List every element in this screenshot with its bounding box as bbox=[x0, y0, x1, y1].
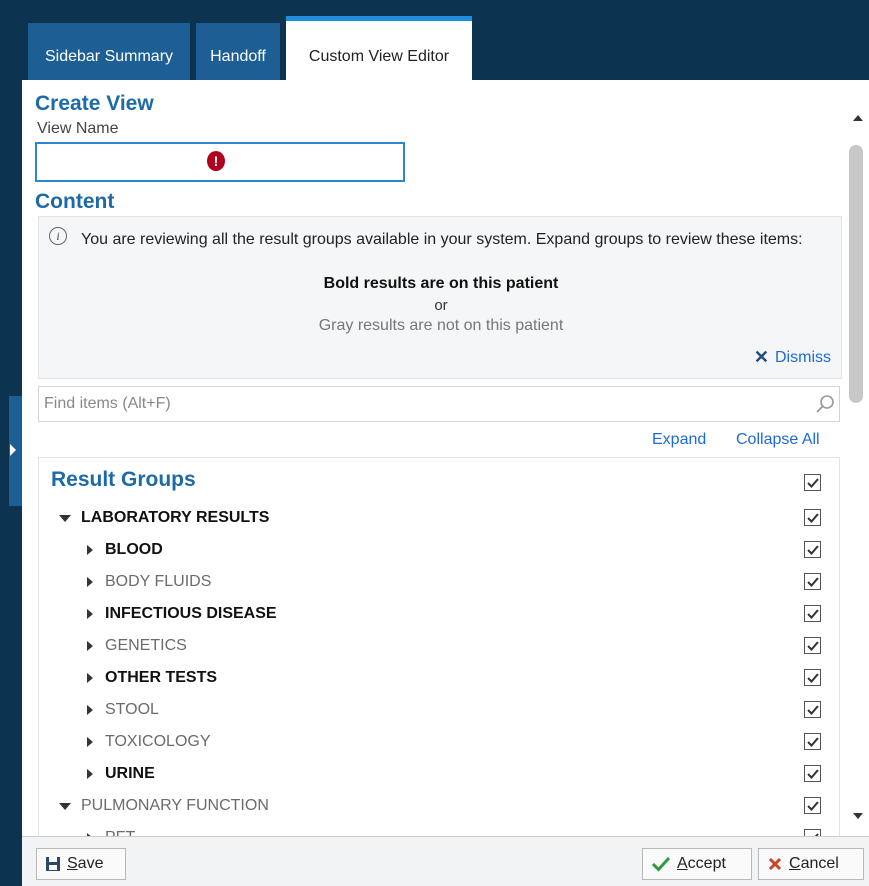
caret-down-icon[interactable] bbox=[59, 803, 71, 810]
accept-label: Accept bbox=[677, 855, 726, 872]
accept-button[interactable]: Accept bbox=[642, 848, 752, 880]
save-label: Save bbox=[67, 855, 104, 872]
caret-right-icon[interactable] bbox=[87, 641, 93, 651]
search-icon[interactable] bbox=[815, 394, 835, 414]
info-box: i You are reviewing all the result group… bbox=[38, 216, 842, 379]
caret-right-icon[interactable] bbox=[87, 769, 93, 779]
search-input[interactable] bbox=[38, 386, 840, 422]
create-view-heading: Create View bbox=[35, 92, 154, 115]
result-group-row[interactable]: PULMONARY FUNCTION bbox=[39, 790, 839, 822]
result-group-checkbox[interactable] bbox=[804, 637, 821, 654]
result-group-label: INFECTIOUS DISEASE bbox=[105, 605, 277, 622]
result-group-row[interactable]: TOXICOLOGY bbox=[39, 726, 839, 758]
view-name-label: View Name bbox=[37, 120, 119, 137]
result-group-row[interactable]: BODY FLUIDS bbox=[39, 566, 839, 598]
scroll-down-arrow-icon[interactable] bbox=[853, 813, 863, 819]
caret-down-icon[interactable] bbox=[59, 515, 71, 522]
result-group-label: PULMONARY FUNCTION bbox=[81, 797, 269, 814]
result-group-row[interactable]: GENETICS bbox=[39, 630, 839, 662]
result-group-row[interactable]: LABORATORY RESULTS bbox=[39, 502, 839, 534]
save-disk-icon bbox=[46, 857, 60, 871]
checkmark-icon bbox=[651, 856, 671, 872]
caret-right-icon[interactable] bbox=[87, 577, 93, 587]
result-group-checkbox[interactable] bbox=[804, 765, 821, 782]
info-text: You are reviewing all the result groups … bbox=[81, 231, 803, 248]
result-group-label: BLOOD bbox=[105, 541, 163, 558]
result-group-checkbox[interactable] bbox=[804, 541, 821, 558]
scroll-thumb[interactable] bbox=[849, 145, 863, 403]
close-icon: ✕ bbox=[753, 347, 769, 367]
vertical-scrollbar[interactable] bbox=[847, 105, 869, 835]
result-groups-title: Result Groups bbox=[51, 468, 196, 491]
caret-right-icon[interactable] bbox=[87, 673, 93, 683]
cancel-button[interactable]: Cancel bbox=[758, 848, 864, 880]
tab-bar: Sidebar Summary Handoff Custom View Edit… bbox=[22, 0, 869, 80]
result-group-checkbox[interactable] bbox=[804, 573, 821, 590]
result-group-checkbox[interactable] bbox=[804, 509, 821, 526]
result-group-label: LABORATORY RESULTS bbox=[81, 509, 270, 526]
result-group-checkbox[interactable] bbox=[804, 701, 821, 718]
tab-custom-view-editor[interactable]: Custom View Editor bbox=[286, 16, 472, 80]
result-group-row[interactable]: BLOOD bbox=[39, 534, 839, 566]
info-icon: i bbox=[49, 227, 67, 245]
or-text: or bbox=[434, 297, 448, 314]
result-group-checkbox[interactable] bbox=[804, 669, 821, 686]
cancel-label: Cancel bbox=[789, 855, 839, 872]
result-group-checkbox[interactable] bbox=[804, 605, 821, 622]
result-group-row[interactable]: INFECTIOUS DISEASE bbox=[39, 598, 839, 630]
save-button[interactable]: Save bbox=[36, 848, 126, 880]
expand-arrow-icon[interactable] bbox=[10, 444, 16, 456]
tab-sidebar-summary[interactable]: Sidebar Summary bbox=[28, 23, 190, 80]
result-groups-list: Result Groups LABORATORY RESULTS BLOOD BOD… bbox=[38, 457, 840, 837]
result-group-label: OTHER TESTS bbox=[105, 669, 218, 686]
caret-right-icon[interactable] bbox=[87, 609, 93, 619]
footer-bar: Save Accept Cancel bbox=[22, 836, 869, 886]
result-group-label: GENETICS bbox=[105, 637, 187, 654]
result-group-row[interactable]: PFT bbox=[39, 822, 839, 836]
result-group-label: URINE bbox=[105, 765, 155, 782]
result-group-row[interactable]: URINE bbox=[39, 758, 839, 790]
tab-handoff[interactable]: Handoff bbox=[196, 23, 280, 80]
caret-right-icon[interactable] bbox=[87, 737, 93, 747]
error-icon: ! bbox=[207, 151, 225, 171]
expand-link[interactable]: Expand bbox=[652, 431, 706, 449]
editor-panel: Create View View Name ! Content i You ar… bbox=[22, 80, 869, 886]
result-group-label: TOXICOLOGY bbox=[105, 733, 211, 750]
close-x-icon bbox=[768, 857, 782, 871]
result-group-row[interactable]: STOOL bbox=[39, 694, 839, 726]
gray-results-note: Gray results are not on this patient bbox=[318, 317, 564, 334]
result-group-checkbox[interactable] bbox=[804, 733, 821, 750]
caret-right-icon[interactable] bbox=[87, 705, 93, 715]
collapse-all-link[interactable]: Collapse All bbox=[736, 431, 820, 449]
dismiss-label: Dismiss bbox=[775, 348, 831, 366]
dismiss-button[interactable]: ✕ Dismiss bbox=[754, 347, 831, 368]
result-group-checkbox[interactable] bbox=[804, 797, 821, 814]
content-heading: Content bbox=[35, 190, 115, 213]
result-groups-checkbox[interactable] bbox=[804, 474, 821, 491]
bold-results-note: Bold results are on this patient bbox=[323, 275, 559, 292]
result-group-label: BODY FLUIDS bbox=[105, 573, 212, 590]
result-group-row[interactable]: OTHER TESTS bbox=[39, 662, 839, 694]
result-group-label: STOOL bbox=[105, 701, 159, 718]
scroll-up-arrow-icon[interactable] bbox=[853, 115, 863, 121]
caret-right-icon[interactable] bbox=[87, 545, 93, 555]
